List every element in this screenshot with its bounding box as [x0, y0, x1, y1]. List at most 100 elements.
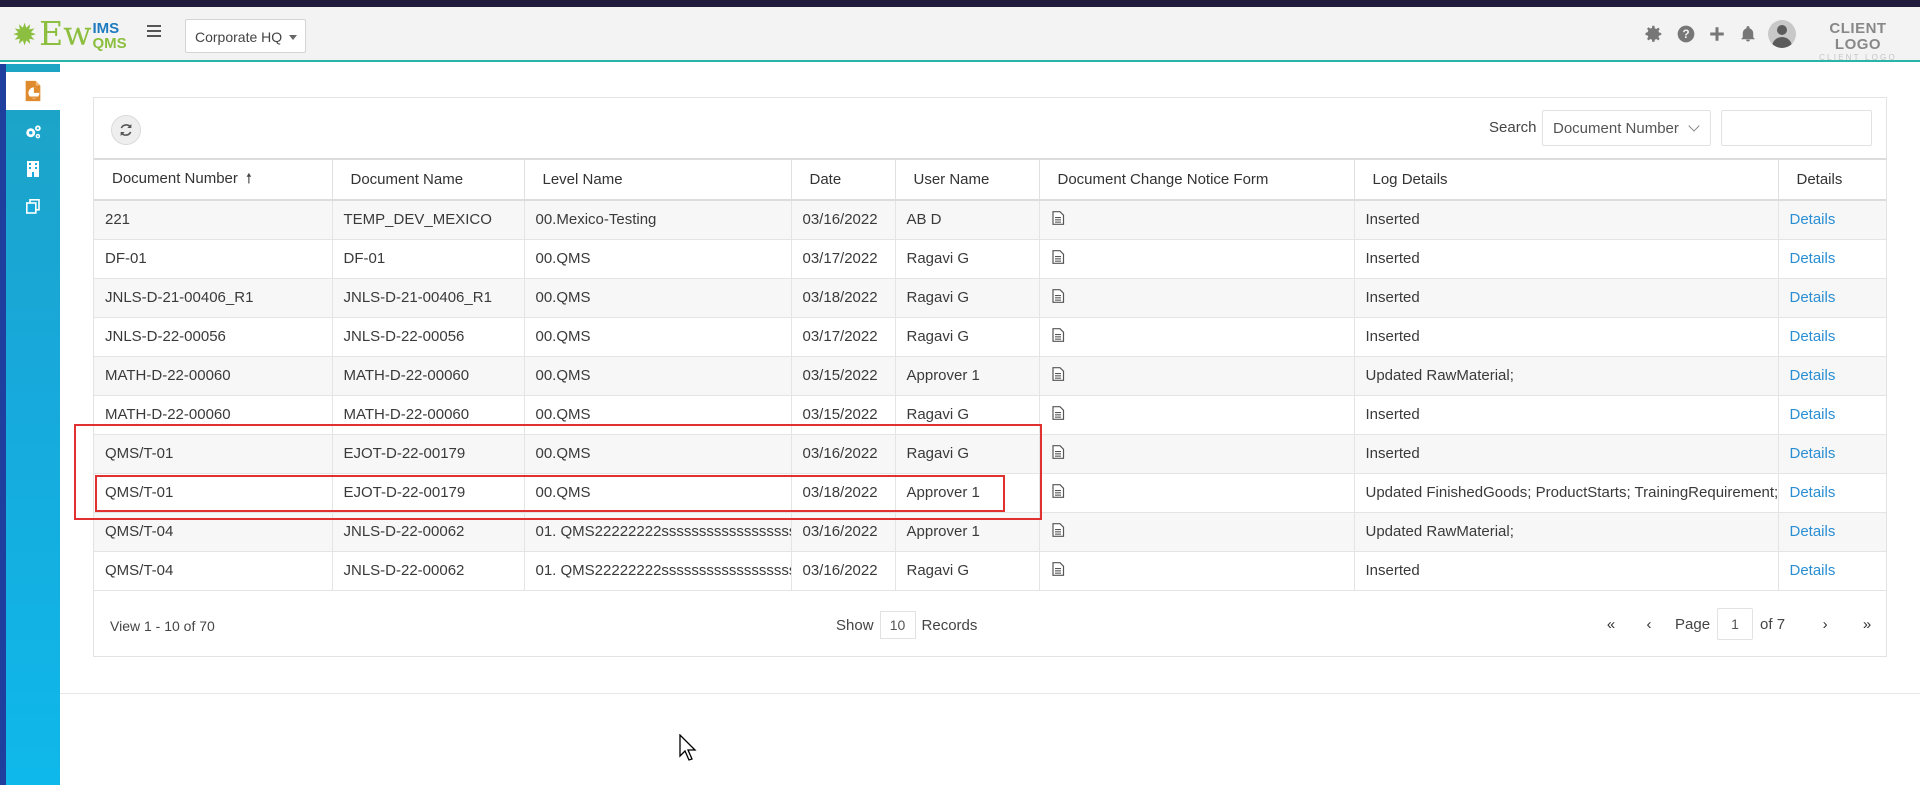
document-form-icon[interactable]: [1051, 483, 1065, 502]
details-link[interactable]: Details: [1790, 211, 1836, 228]
table-row: QMS/T-01 EJOT-D-22-00179 00.QMS 03/18/2022 A…: [94, 473, 1886, 513]
details-link[interactable]: Details: [1790, 289, 1836, 306]
chevron-down-icon: [1688, 120, 1700, 132]
table-row: JNLS-D-21-00406_R1 JNLS-D-21-00406_R1 00.Q…: [94, 278, 1886, 318]
cell-user-name: Ragavi G: [895, 434, 1040, 474]
cell-document-number: MATH-D-22-00060: [94, 356, 333, 396]
cell-change-notice-form: [1039, 317, 1355, 357]
prev-page-icon[interactable]: ‹: [1637, 616, 1661, 633]
details-link[interactable]: Details: [1790, 523, 1836, 540]
page-size-control: Show 10 Records: [836, 611, 977, 639]
app-header: ✹ Ew IMS QMS Corporate HQ ? CLIENT LOGO …: [0, 7, 1920, 62]
page-size-select[interactable]: 10: [879, 611, 916, 639]
page-number-input[interactable]: [1717, 608, 1754, 640]
last-page-icon[interactable]: »: [1855, 616, 1879, 633]
cell-user-name: Ragavi G: [895, 239, 1040, 279]
document-form-icon[interactable]: [1051, 405, 1065, 424]
search-field-select[interactable]: Document Number: [1542, 110, 1711, 146]
cell-date: 03/17/2022: [791, 239, 896, 279]
document-form-icon[interactable]: [1051, 210, 1065, 229]
details-link[interactable]: Details: [1790, 445, 1836, 462]
client-logo-main: CLIENT LOGO: [1829, 20, 1887, 53]
gear-icon[interactable]: [1642, 23, 1664, 45]
cell-level-name: 00.QMS: [524, 434, 792, 474]
cell-document-name: MATH-D-22-00060: [332, 395, 525, 435]
ewqms-logo[interactable]: ✹ Ew IMS QMS: [12, 14, 127, 53]
search-field-value: Document Number: [1553, 120, 1679, 137]
column-header-document-name[interactable]: Document Name: [332, 158, 525, 201]
page-total-label: of 7: [1760, 615, 1786, 633]
site-selector-value: Corporate HQ: [195, 29, 283, 45]
document-form-icon[interactable]: [1051, 366, 1065, 385]
cell-level-name: 00.QMS: [524, 239, 792, 279]
table-row: DF-01 DF-01 00.QMS 03/17/2022 Ragavi G Insert…: [94, 239, 1886, 279]
mouse-cursor-icon: [679, 734, 697, 761]
svg-text:?: ?: [1682, 28, 1689, 41]
logo-star-icon: ✹: [12, 19, 38, 52]
details-link[interactable]: Details: [1790, 484, 1836, 501]
sidebar-item-copy[interactable]: [6, 190, 60, 222]
column-header-level-name[interactable]: Level Name: [524, 158, 792, 201]
bell-icon[interactable]: [1739, 24, 1757, 44]
cell-log-details: Updated RawMaterial;: [1354, 512, 1779, 552]
show-label: Show: [836, 616, 874, 634]
cell-date: 03/18/2022: [791, 473, 896, 513]
column-header-date[interactable]: Date: [791, 158, 896, 201]
column-header-log-details[interactable]: Log Details: [1354, 158, 1779, 201]
cell-change-notice-form: [1039, 473, 1355, 513]
table-row: QMS/T-01 EJOT-D-22-00179 00.QMS 03/16/2022 R…: [94, 434, 1886, 474]
column-header-document-number[interactable]: Document Number 🠕: [94, 158, 333, 201]
cell-user-name: Approver 1: [895, 512, 1040, 552]
details-link[interactable]: Details: [1790, 406, 1836, 423]
cell-level-name: 00.QMS: [524, 395, 792, 435]
details-link[interactable]: Details: [1790, 328, 1836, 345]
table-row: 221 TEMP_DEV_MEXICO 00.Mexico-Testing 03/16…: [94, 200, 1886, 240]
column-header-user-name[interactable]: User Name: [895, 158, 1040, 201]
column-header-details[interactable]: Details: [1778, 158, 1886, 201]
next-page-icon[interactable]: ›: [1813, 616, 1837, 633]
first-page-icon[interactable]: «: [1599, 616, 1623, 633]
site-selector[interactable]: Corporate HQ: [185, 19, 306, 53]
logo-ew-text: Ew: [39, 14, 92, 53]
details-link[interactable]: Details: [1790, 367, 1836, 384]
plus-icon[interactable]: [1708, 25, 1726, 43]
cell-user-name: Ragavi G: [895, 317, 1040, 357]
cell-date: 03/17/2022: [791, 317, 896, 357]
cell-document-name: MATH-D-22-00060: [332, 356, 525, 396]
cell-change-notice-form: [1039, 239, 1355, 279]
cell-log-details: Inserted: [1354, 395, 1779, 435]
cell-change-notice-form: [1039, 395, 1355, 435]
building-icon: [27, 161, 39, 177]
cell-log-details: Inserted: [1354, 200, 1779, 240]
hamburger-menu-icon[interactable]: [147, 25, 161, 37]
cell-document-number: QMS/T-04: [94, 512, 333, 552]
document-form-icon[interactable]: [1051, 249, 1065, 268]
cell-log-details: Inserted: [1354, 239, 1779, 279]
cell-details: Details: [1778, 395, 1886, 435]
avatar[interactable]: [1768, 20, 1796, 48]
cell-date: 03/16/2022: [791, 200, 896, 240]
search-input[interactable]: [1721, 110, 1872, 146]
cell-change-notice-form: [1039, 551, 1355, 591]
cell-date: 03/15/2022: [791, 356, 896, 396]
table-row: QMS/T-04 JNLS-D-22-00062 01. QMS22222222ss…: [94, 551, 1886, 591]
cell-document-number: QMS/T-01: [94, 434, 333, 474]
column-header-change-notice-form[interactable]: Document Change Notice Form: [1039, 158, 1355, 201]
document-form-icon[interactable]: [1051, 561, 1065, 580]
sidebar-item-settings[interactable]: [6, 116, 60, 148]
sidebar-item-documents[interactable]: [6, 72, 60, 110]
cell-details: Details: [1778, 434, 1886, 474]
cell-document-name: EJOT-D-22-00179: [332, 473, 525, 513]
refresh-button[interactable]: [111, 115, 141, 145]
document-form-icon[interactable]: [1051, 522, 1065, 541]
cell-details: Details: [1778, 200, 1886, 240]
details-link[interactable]: Details: [1790, 250, 1836, 267]
cell-log-details: Inserted: [1354, 434, 1779, 474]
sidebar-item-organization[interactable]: [6, 153, 60, 185]
document-form-icon[interactable]: [1051, 444, 1065, 463]
details-link[interactable]: Details: [1790, 562, 1836, 579]
help-icon[interactable]: ?: [1676, 24, 1696, 44]
document-form-icon[interactable]: [1051, 327, 1065, 346]
document-form-icon[interactable]: [1051, 288, 1065, 307]
cell-log-details: Inserted: [1354, 551, 1779, 591]
